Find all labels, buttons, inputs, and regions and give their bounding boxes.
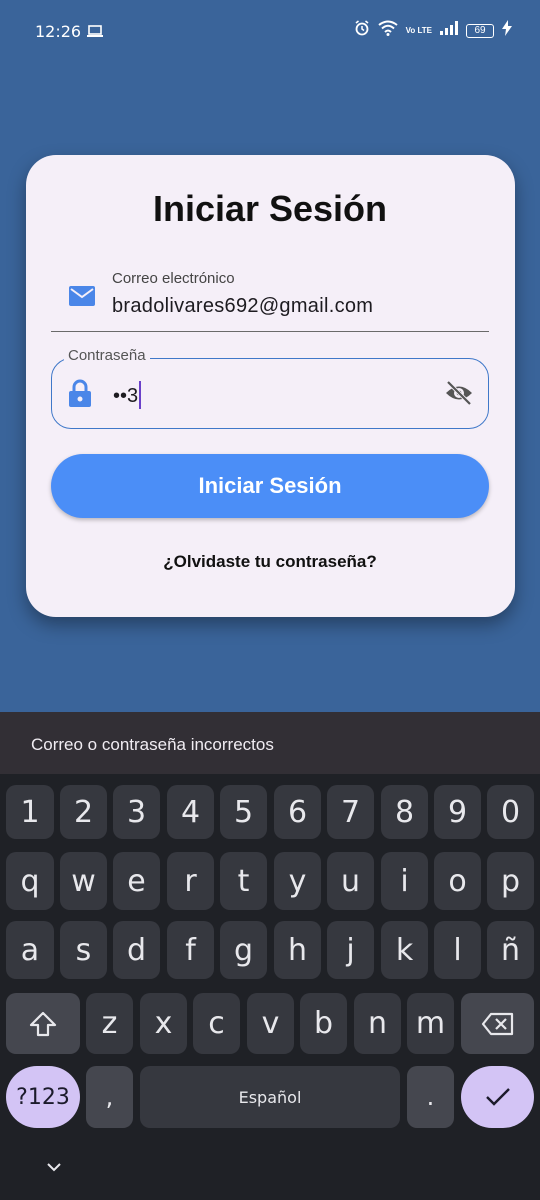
visibility-off-icon[interactable]: [444, 380, 474, 411]
login-button[interactable]: Iniciar Sesión: [51, 454, 489, 518]
email-label: Correo electrónico: [112, 270, 235, 287]
key-k[interactable]: k: [381, 921, 428, 979]
period-key[interactable]: .: [407, 1066, 454, 1128]
backspace-icon: [481, 1012, 513, 1035]
key-b[interactable]: b: [300, 993, 347, 1054]
email-field[interactable]: Correo electrónico bradolivares692@gmail…: [51, 262, 489, 332]
key-t[interactable]: t: [220, 852, 267, 910]
key-4[interactable]: 4: [167, 785, 214, 839]
key-g[interactable]: g: [220, 921, 267, 979]
password-label: Contraseña: [64, 347, 150, 364]
email-value[interactable]: bradolivares692@gmail.com: [112, 295, 373, 318]
key-n[interactable]: n: [354, 993, 401, 1054]
key-w[interactable]: w: [60, 852, 107, 910]
backspace-key[interactable]: [461, 993, 534, 1054]
key-m[interactable]: m: [407, 993, 454, 1054]
chevron-down-icon[interactable]: [45, 1160, 63, 1178]
status-bar: 12:26 Vo LTE 69: [0, 0, 540, 62]
symbols-key[interactable]: ?123: [6, 1066, 80, 1128]
key-x[interactable]: x: [140, 993, 187, 1054]
key-o[interactable]: o: [434, 852, 481, 910]
key-2[interactable]: 2: [60, 785, 107, 839]
key-v[interactable]: v: [247, 993, 294, 1054]
key-c[interactable]: c: [193, 993, 240, 1054]
wifi-icon: [378, 20, 398, 41]
key-9[interactable]: 9: [434, 785, 481, 839]
key-1[interactable]: 1: [6, 785, 54, 839]
key-z[interactable]: z: [86, 993, 133, 1054]
key-j[interactable]: j: [327, 921, 374, 979]
status-icons: Vo LTE 69: [354, 20, 512, 41]
laptop-icon: [87, 24, 103, 43]
key-s[interactable]: s: [60, 921, 107, 979]
page-title: Iniciar Sesión: [152, 188, 388, 229]
alarm-icon: [354, 20, 370, 41]
battery-level: 69: [466, 23, 494, 38]
key-p[interactable]: p: [487, 852, 534, 910]
volte-indicator: Vo LTE: [405, 25, 432, 35]
key-r[interactable]: r: [167, 852, 214, 910]
key-n-tilde[interactable]: ñ: [487, 921, 534, 979]
text-cursor: [139, 381, 142, 409]
key-q[interactable]: q: [6, 852, 54, 910]
forgot-password-link[interactable]: ¿Olvidaste tu contraseña?: [0, 552, 540, 572]
key-e[interactable]: e: [113, 852, 160, 910]
space-key[interactable]: Español: [140, 1066, 400, 1128]
key-3[interactable]: 3: [113, 785, 160, 839]
key-y[interactable]: y: [274, 852, 321, 910]
key-7[interactable]: 7: [327, 785, 374, 839]
email-icon: [69, 286, 95, 311]
signal-icon: [440, 21, 458, 40]
password-text: ••3: [113, 385, 139, 407]
shift-key[interactable]: [6, 993, 80, 1054]
key-u[interactable]: u: [327, 852, 374, 910]
key-0[interactable]: 0: [487, 785, 534, 839]
key-d[interactable]: d: [113, 921, 160, 979]
key-6[interactable]: 6: [274, 785, 321, 839]
key-i[interactable]: i: [381, 852, 428, 910]
key-8[interactable]: 8: [381, 785, 428, 839]
comma-key[interactable]: ,: [86, 1066, 133, 1128]
key-a[interactable]: a: [6, 921, 54, 979]
key-5[interactable]: 5: [220, 785, 267, 839]
key-h[interactable]: h: [274, 921, 321, 979]
charging-icon: [502, 20, 512, 41]
error-snackbar: Correo o contraseña incorrectos: [0, 712, 540, 774]
lock-icon: [69, 379, 91, 412]
snackbar-message: Correo o contraseña incorrectos: [31, 735, 274, 754]
status-time: 12:26: [35, 22, 82, 41]
key-l[interactable]: l: [434, 921, 481, 979]
checkmark-icon: [485, 1088, 510, 1106]
enter-key[interactable]: [461, 1066, 534, 1128]
password-field[interactable]: Contraseña ••3: [51, 347, 489, 429]
shift-icon: [29, 1011, 57, 1036]
key-f[interactable]: f: [167, 921, 214, 979]
password-value[interactable]: ••3: [113, 381, 142, 409]
